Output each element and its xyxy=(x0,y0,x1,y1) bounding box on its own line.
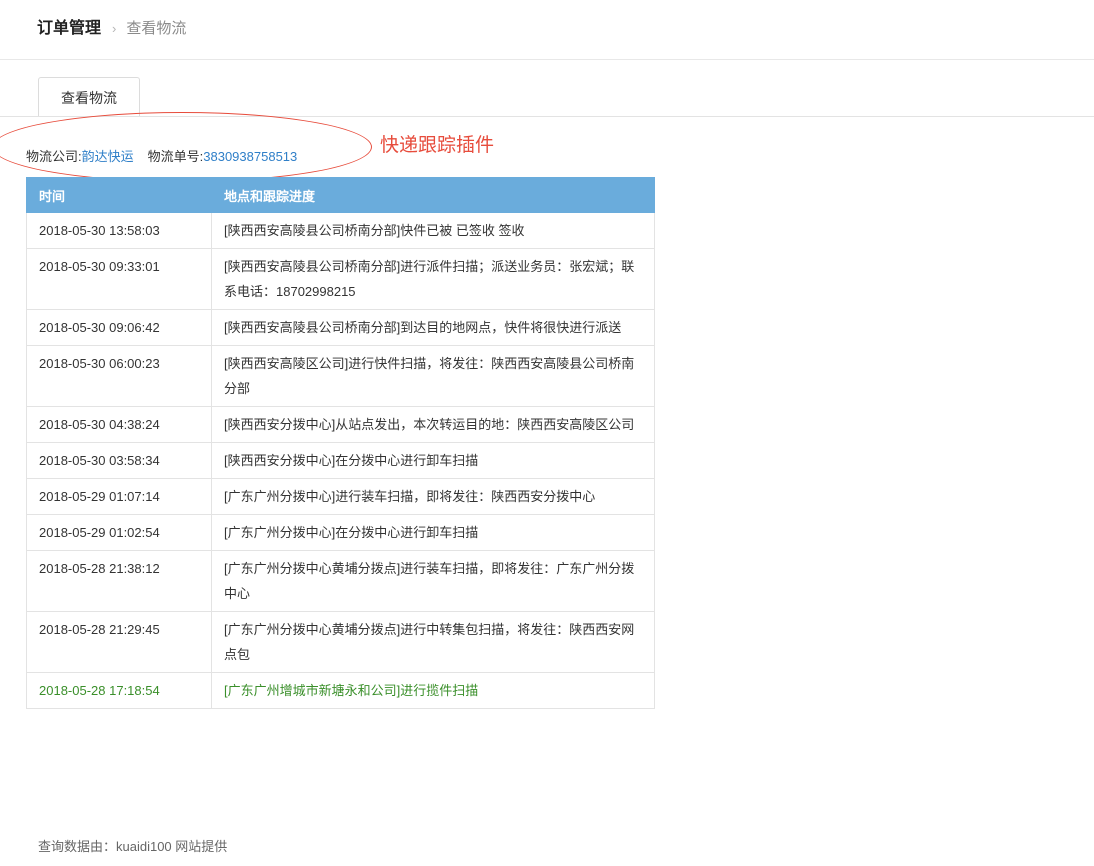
tracking-table-body: 2018-05-30 13:58:03 [陕西西安高陵县公司桥南分部]快件已被 已… xyxy=(26,212,655,709)
page-header: 订单管理 › 查看物流 xyxy=(0,0,1094,60)
row-time: 2018-05-28 17:18:54 xyxy=(26,672,212,709)
company-link[interactable]: 韵达快运 xyxy=(82,149,134,164)
data-source-note: 查询数据由：kuaidi100 网站提供 xyxy=(38,839,228,854)
tab-bar-divider xyxy=(0,116,1094,117)
row-time: 2018-05-28 21:38:12 xyxy=(26,550,212,612)
tracking-number-link[interactable]: 3830938758513 xyxy=(203,149,297,164)
table-row: 2018-05-30 13:58:03 [陕西西安高陵县公司桥南分部]快件已被 已… xyxy=(26,212,655,249)
row-progress: [陕西西安高陵县公司桥南分部]进行派件扫描；派送业务员：张宏斌；联系电话：187… xyxy=(211,248,655,310)
tracking-number-label: 物流单号: xyxy=(147,149,204,164)
column-header-progress: 地点和跟踪进度 xyxy=(211,177,655,213)
table-row: 2018-05-28 17:18:54 [广东广州增城市新塘永和公司]进行揽件扫描 xyxy=(26,672,655,709)
table-header-row: 时间 地点和跟踪进度 xyxy=(26,177,655,213)
row-progress: [广东广州分拨中心黄埔分拨点]进行装车扫描，即将发往：广东广州分拨中心 xyxy=(211,550,655,612)
table-row: 2018-05-28 21:38:12 [广东广州分拨中心黄埔分拨点]进行装车扫描… xyxy=(26,550,655,612)
row-time: 2018-05-29 01:02:54 xyxy=(26,514,212,551)
row-time: 2018-05-29 01:07:14 xyxy=(26,478,212,515)
row-time: 2018-05-30 04:38:24 xyxy=(26,406,212,443)
column-header-time: 时间 xyxy=(26,177,212,213)
row-time: 2018-05-30 09:06:42 xyxy=(26,309,212,346)
table-row: 2018-05-28 21:29:45 [广东广州分拨中心黄埔分拨点]进行中转集包… xyxy=(26,611,655,673)
row-progress: [陕西西安分拨中心]从站点发出，本次转运目的地：陕西西安高陵区公司 xyxy=(211,406,655,443)
breadcrumb-root-link[interactable]: 订单管理 xyxy=(37,20,101,37)
row-progress: [广东广州增城市新塘永和公司]进行揽件扫描 xyxy=(211,672,655,709)
row-progress: [陕西西安高陵县公司桥南分部]快件已被 已签收 签收 xyxy=(211,212,655,249)
row-time: 2018-05-28 21:29:45 xyxy=(26,611,212,673)
logistics-info: 物流公司:韵达快运 物流单号:3830938758513 xyxy=(26,146,297,165)
breadcrumb-current: 查看物流 xyxy=(126,20,187,37)
table-row: 2018-05-30 04:38:24 [陕西西安分拨中心]从站点发出，本次转运目… xyxy=(26,406,655,443)
table-row: 2018-05-30 09:33:01 [陕西西安高陵县公司桥南分部]进行派件扫描… xyxy=(26,248,655,310)
row-progress: [广东广州分拨中心]在分拨中心进行卸车扫描 xyxy=(211,514,655,551)
breadcrumb-separator-icon: › xyxy=(112,21,117,36)
row-time: 2018-05-30 03:58:34 xyxy=(26,442,212,479)
table-row: 2018-05-29 01:07:14 [广东广州分拨中心]进行装车扫描，即将发往… xyxy=(26,478,655,515)
row-progress: [陕西西安分拨中心]在分拨中心进行卸车扫描 xyxy=(211,442,655,479)
row-time: 2018-05-30 09:33:01 xyxy=(26,248,212,310)
table-row: 2018-05-30 09:06:42 [陕西西安高陵县公司桥南分部]到达目的地网… xyxy=(26,309,655,346)
row-time: 2018-05-30 13:58:03 xyxy=(26,212,212,249)
row-progress: [广东广州分拨中心黄埔分拨点]进行中转集包扫描，将发往：陕西西安网点包 xyxy=(211,611,655,673)
row-progress: [广东广州分拨中心]进行装车扫描，即将发往：陕西西安分拨中心 xyxy=(211,478,655,515)
company-label: 物流公司: xyxy=(26,149,82,164)
table-row: 2018-05-30 06:00:23 [陕西西安高陵区公司]进行快件扫描，将发往… xyxy=(26,345,655,407)
breadcrumb: 订单管理 › 查看物流 xyxy=(37,19,186,39)
annotation-label: 快递跟踪插件 xyxy=(380,135,495,156)
row-progress: [陕西西安高陵区公司]进行快件扫描，将发往：陕西西安高陵县公司桥南分部 xyxy=(211,345,655,407)
row-time: 2018-05-30 06:00:23 xyxy=(26,345,212,407)
tab-view-logistics[interactable]: 查看物流 xyxy=(38,77,140,117)
table-row: 2018-05-29 01:02:54 [广东广州分拨中心]在分拨中心进行卸车扫描 xyxy=(26,514,655,551)
tracking-table: 时间 地点和跟踪进度 2018-05-30 13:58:03 [陕西西安高陵县公司… xyxy=(26,177,655,709)
table-row: 2018-05-30 03:58:34 [陕西西安分拨中心]在分拨中心进行卸车扫描 xyxy=(26,442,655,479)
row-progress: [陕西西安高陵县公司桥南分部]到达目的地网点，快件将很快进行派送 xyxy=(211,309,655,346)
